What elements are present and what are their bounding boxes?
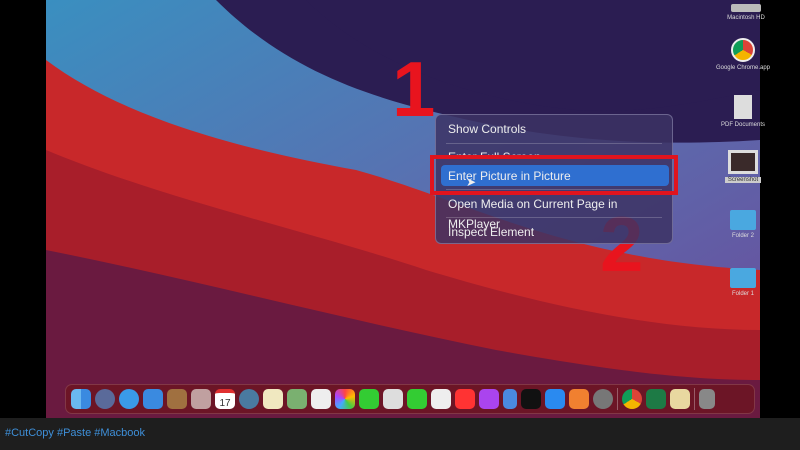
annotation-highlight-box xyxy=(430,155,678,195)
dock-separator xyxy=(617,388,618,410)
trash-icon[interactable] xyxy=(699,389,715,409)
photo-booth-icon[interactable] xyxy=(191,389,211,409)
notes-icon[interactable] xyxy=(263,389,283,409)
menu-item-show-controls[interactable]: Show Controls xyxy=(448,119,526,139)
textedit-icon[interactable] xyxy=(383,389,403,409)
caption-bar: #CutCopy #Paste #Macbook xyxy=(0,418,800,450)
safari-icon[interactable] xyxy=(119,389,139,409)
icon-label: PDF Documents xyxy=(720,122,765,128)
annotation-step-1: 1 xyxy=(392,45,436,133)
music-icon[interactable] xyxy=(455,389,475,409)
chrome-icon[interactable] xyxy=(622,389,642,409)
app-store-icon[interactable] xyxy=(545,389,565,409)
icon-label: Folder 1 xyxy=(731,291,754,297)
maps-icon[interactable] xyxy=(287,389,307,409)
chrome-icon xyxy=(731,38,755,62)
reminders-icon[interactable] xyxy=(311,389,331,409)
podcasts-icon[interactable] xyxy=(479,389,499,409)
preview-icon[interactable] xyxy=(670,389,690,409)
desktop-icon-chrome[interactable]: Google Chrome.app xyxy=(713,38,773,71)
desktop-icon-folder-2[interactable]: Folder 2 xyxy=(713,210,773,239)
menu-separator xyxy=(446,143,662,144)
folder-icon xyxy=(730,268,756,288)
hashtags[interactable]: #CutCopy #Paste #Macbook xyxy=(5,427,145,439)
desktop-icon-pdf-documents[interactable]: PDF Documents xyxy=(713,95,773,128)
messages-icon[interactable] xyxy=(359,389,379,409)
excel-icon[interactable] xyxy=(646,389,666,409)
apple-tv-icon[interactable] xyxy=(521,389,541,409)
desktop-icon-screenshot[interactable]: Screenshot xyxy=(713,150,773,183)
dock: 17 xyxy=(65,384,755,414)
folder-icon xyxy=(730,210,756,230)
icon-label: Macintosh HD xyxy=(727,15,765,21)
finder-icon[interactable] xyxy=(71,389,91,409)
numbers-icon[interactable] xyxy=(431,389,451,409)
books-icon[interactable] xyxy=(569,389,589,409)
launchpad-icon[interactable] xyxy=(95,389,115,409)
menu-item-inspect-element[interactable]: Inspect Element xyxy=(448,222,534,242)
menu-item-open-media-mkplayer[interactable]: Open Media on Current Page in MKPlayer xyxy=(448,194,672,231)
image-icon xyxy=(728,150,758,174)
desktop-icon-macintosh-hd[interactable]: Macintosh HD xyxy=(716,4,776,21)
system-preferences-icon[interactable] xyxy=(593,389,613,409)
mail-icon[interactable] xyxy=(143,389,163,409)
facetime-icon[interactable] xyxy=(407,389,427,409)
desktop-icon-folder-1[interactable]: Folder 1 xyxy=(713,268,773,297)
icon-label: Folder 2 xyxy=(731,233,754,239)
photos-icon[interactable] xyxy=(335,389,355,409)
icon-label: Screenshot xyxy=(724,177,762,183)
system-icon[interactable] xyxy=(239,389,259,409)
menu-separator xyxy=(446,217,662,218)
dock-separator xyxy=(694,388,695,410)
contacts-icon[interactable] xyxy=(167,389,187,409)
icon-label: Google Chrome.app xyxy=(715,65,771,71)
keynote-icon[interactable] xyxy=(503,389,517,409)
calendar-icon[interactable]: 17 xyxy=(215,389,235,409)
document-icon xyxy=(734,95,752,119)
